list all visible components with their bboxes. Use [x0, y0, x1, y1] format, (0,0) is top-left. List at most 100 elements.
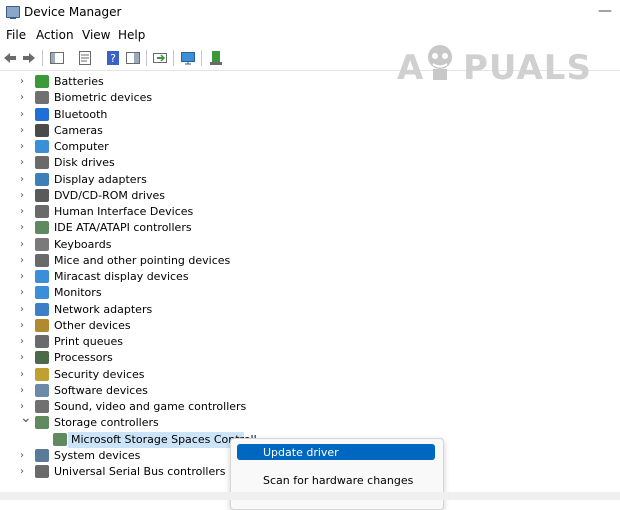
help-icon[interactable]: ?	[105, 50, 121, 66]
processor-icon	[35, 351, 49, 364]
properties-icon[interactable]	[77, 50, 93, 66]
action-pane-icon[interactable]	[125, 50, 141, 66]
context-scan-hardware[interactable]: Scan for hardware changes	[237, 472, 435, 488]
menu-action[interactable]: Action	[34, 28, 76, 42]
usb-icon	[35, 465, 49, 478]
chevron-right-icon[interactable]: ›	[20, 353, 30, 363]
tree-item-label: Security devices	[54, 368, 145, 381]
chevron-right-icon[interactable]: ›	[20, 370, 30, 380]
chevron-right-icon[interactable]: ›	[20, 337, 30, 347]
computer-icon	[35, 140, 49, 153]
tree-category[interactable]: › IDE ATA/ATAPI controllers	[0, 220, 400, 236]
context-item-label: Update driver	[263, 446, 339, 459]
tree-category[interactable]: › Keyboards	[0, 237, 400, 253]
toolbar-separator	[201, 50, 202, 66]
tree-category[interactable]: › Miracast display devices	[0, 269, 400, 285]
tree-item-label: Computer	[54, 140, 109, 153]
tree-category[interactable]: › Sound, video and game controllers	[0, 399, 400, 415]
tree-category[interactable]: › Network adapters	[0, 302, 400, 318]
tree-category[interactable]: › Software devices	[0, 383, 400, 399]
svg-text:?: ?	[110, 52, 116, 65]
tree-category[interactable]: › Computer	[0, 139, 400, 155]
context-update-driver[interactable]: Update driver	[237, 444, 435, 460]
chevron-right-icon[interactable]: ›	[20, 240, 30, 250]
software-device-icon	[35, 384, 49, 397]
tree-item-label: System devices	[54, 449, 141, 462]
chevron-right-icon[interactable]: ›	[20, 272, 30, 282]
chevron-right-icon[interactable]: ›	[20, 126, 30, 136]
tree-item-label: Bluetooth	[54, 108, 108, 121]
tree-category[interactable]: › DVD/CD-ROM drives	[0, 188, 400, 204]
system-devices-icon	[35, 449, 49, 462]
tree-item-label: Monitors	[54, 286, 102, 299]
tree-category[interactable]: › Cameras	[0, 123, 400, 139]
minimize-button[interactable]: —	[595, 4, 615, 20]
horizontal-scrollbar[interactable]	[0, 492, 620, 500]
tree-category[interactable]: › Human Interface Devices	[0, 204, 400, 220]
chevron-right-icon[interactable]: ›	[20, 77, 30, 87]
chevron-right-icon[interactable]: ›	[20, 158, 30, 168]
menu-file[interactable]: File	[4, 28, 28, 42]
tree-item-label: DVD/CD-ROM drives	[54, 189, 165, 202]
tree-item-label: Print queues	[54, 335, 123, 348]
mouse-icon	[35, 254, 49, 267]
tree-category[interactable]: › Security devices	[0, 367, 400, 383]
tree-category[interactable]: › Batteries	[0, 74, 400, 90]
context-item-label: Scan for hardware changes	[263, 474, 414, 487]
tree-item-label: Software devices	[54, 384, 148, 397]
toolbar-separator	[42, 50, 43, 66]
hid-icon	[35, 205, 49, 218]
ide-controller-icon	[35, 221, 49, 234]
chevron-right-icon[interactable]: ›	[20, 321, 30, 331]
console-tree-icon[interactable]	[49, 50, 65, 66]
printer-icon	[35, 335, 49, 348]
toolbar-separator	[173, 50, 174, 66]
chevron-right-icon[interactable]: ›	[20, 142, 30, 152]
tree-category[interactable]: › Processors	[0, 350, 400, 366]
chevron-right-icon[interactable]: ›	[20, 256, 30, 266]
tree-item-label: Biometric devices	[54, 91, 153, 104]
tree-item-label: Network adapters	[54, 303, 153, 316]
chevron-right-icon[interactable]: ›	[20, 191, 30, 201]
tree-category[interactable]: › Bluetooth	[0, 107, 400, 123]
tree-item-label: Batteries	[54, 75, 104, 88]
chevron-right-icon[interactable]: ›	[20, 288, 30, 298]
title-bar: Device Manager —	[0, 0, 620, 26]
back-arrow-icon[interactable]	[2, 50, 18, 66]
chevron-right-icon[interactable]: ›	[20, 223, 30, 233]
menu-help[interactable]: Help	[116, 28, 147, 42]
tree-category[interactable]: › Print queues	[0, 334, 400, 350]
tree-item-label: Cameras	[54, 124, 103, 137]
chevron-right-icon[interactable]: ›	[20, 93, 30, 103]
chevron-right-icon[interactable]: ›	[20, 305, 30, 315]
tree-item-label: Storage controllers	[54, 416, 159, 429]
tree-category[interactable]: ⌄ Storage controllers	[0, 411, 400, 431]
tree-category[interactable]: › Disk drives	[0, 155, 400, 171]
tree-category[interactable]: › Mice and other pointing devices	[0, 253, 400, 269]
forward-arrow-icon[interactable]	[21, 50, 37, 66]
uninstall-icon[interactable]	[208, 50, 224, 66]
tree-item-label: Disk drives	[54, 156, 115, 169]
monitor-icon[interactable]	[180, 50, 196, 66]
chevron-right-icon[interactable]: ›	[20, 386, 30, 396]
tree-item-label: Other devices	[54, 319, 131, 332]
battery-icon	[35, 75, 49, 88]
chevron-right-icon[interactable]: ›	[20, 175, 30, 185]
menu-view[interactable]: View	[80, 28, 112, 42]
tree-item-label: IDE ATA/ATAPI controllers	[54, 221, 192, 234]
tree-category[interactable]: › Biometric devices	[0, 90, 400, 106]
chevron-right-icon[interactable]: ›	[20, 110, 30, 120]
tree-category[interactable]: › Other devices	[0, 318, 400, 334]
chevron-down-icon[interactable]: ⌄	[20, 411, 32, 425]
tree-item-label: Keyboards	[54, 238, 112, 251]
fingerprint-icon	[35, 91, 49, 104]
toolbar-separator	[146, 50, 147, 66]
chevron-right-icon[interactable]: ›	[20, 467, 30, 477]
chevron-right-icon[interactable]: ›	[20, 207, 30, 217]
storage-controller-icon	[35, 416, 49, 429]
window-title: Device Manager	[24, 5, 122, 19]
tree-category[interactable]: › Display adapters	[0, 172, 400, 188]
chevron-right-icon[interactable]: ›	[20, 451, 30, 461]
tree-category[interactable]: › Monitors	[0, 285, 400, 301]
update-driver-icon[interactable]	[152, 50, 168, 66]
